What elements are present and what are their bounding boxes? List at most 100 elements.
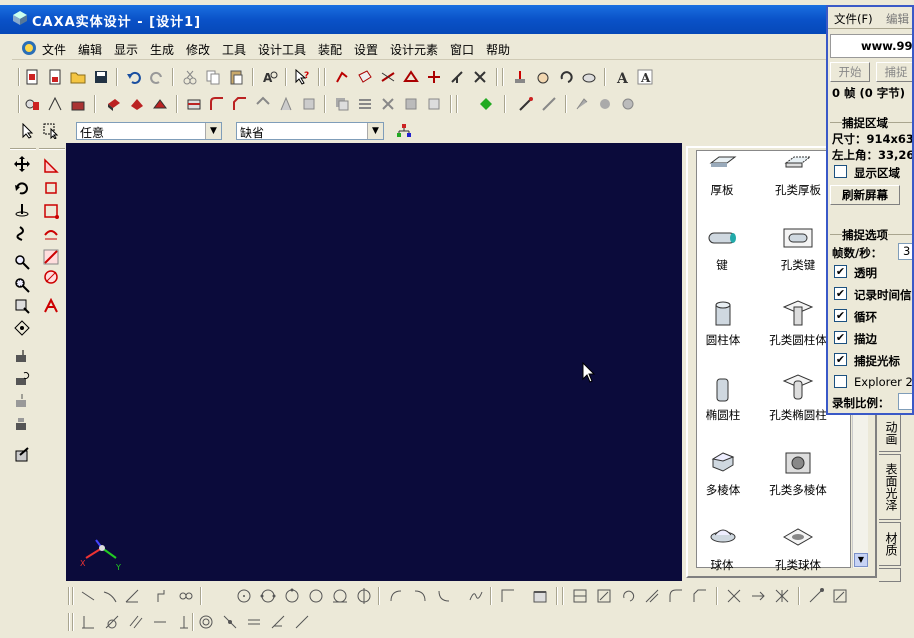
fillet-icon[interactable] [209, 96, 225, 112]
select-box-icon[interactable] [43, 123, 59, 139]
new-icon[interactable] [24, 69, 40, 85]
cylinder-icon[interactable] [711, 301, 735, 329]
shell-icon[interactable] [255, 96, 271, 112]
light-icon[interactable] [512, 69, 528, 85]
catalog-icon[interactable] [24, 96, 40, 112]
project-icon[interactable] [532, 588, 548, 604]
view-fit-icon[interactable] [14, 298, 30, 314]
toolbar-grip[interactable] [456, 95, 458, 113]
zoom-icon[interactable] [14, 254, 30, 270]
hole-elliptic-cylinder-icon[interactable] [782, 373, 814, 403]
toolbar-grip[interactable] [72, 587, 74, 605]
symmetric-icon[interactable] [294, 614, 310, 630]
menu-design-elements[interactable]: 设计元素 [390, 41, 438, 58]
option-checkbox[interactable]: ✔ [834, 287, 847, 300]
menu-window[interactable]: 窗口 [450, 41, 474, 58]
sketch-rect2-icon[interactable] [43, 203, 59, 219]
constraint-icon[interactable] [832, 588, 848, 604]
offset-icon[interactable] [572, 588, 588, 604]
toolbar-grip[interactable] [10, 148, 36, 150]
text-icon[interactable]: A [614, 69, 630, 85]
render-icon[interactable] [14, 447, 30, 463]
toolbar-grip[interactable] [39, 148, 65, 150]
hole-sphere-icon[interactable] [782, 525, 814, 549]
import-icon[interactable] [70, 96, 86, 112]
save-icon[interactable] [93, 69, 109, 85]
menu-edit[interactable]: 编辑 [78, 41, 102, 58]
edge-icon[interactable] [380, 69, 396, 85]
tangent-constraint-icon[interactable] [104, 614, 120, 630]
tab-surface-gloss[interactable]: 表面光泽 [879, 454, 901, 520]
new-design-icon[interactable] [47, 69, 63, 85]
tree-icon[interactable] [396, 123, 412, 139]
probe-icon[interactable] [518, 96, 534, 112]
walk-icon[interactable] [14, 225, 30, 241]
option-checkbox[interactable]: ✔ [834, 331, 847, 344]
start-button[interactable]: 开始 [830, 62, 870, 82]
rotate-icon[interactable] [558, 69, 574, 85]
camera-icon[interactable] [14, 348, 30, 364]
arc-tangent-icon[interactable] [436, 588, 452, 604]
sketch-line-icon[interactable] [43, 158, 59, 174]
hole-prism-icon[interactable] [782, 449, 814, 477]
sketch-icon[interactable] [47, 96, 63, 112]
midpoint-icon[interactable] [270, 614, 286, 630]
sweep-icon[interactable] [152, 96, 168, 112]
boolean-icon[interactable] [334, 96, 350, 112]
pattern-icon[interactable] [301, 96, 317, 112]
menu-assembly[interactable]: 装配 [318, 41, 342, 58]
pointer-red-icon[interactable] [334, 69, 350, 85]
select-arrow-icon[interactable] [20, 123, 36, 139]
undo-icon[interactable] [126, 69, 142, 85]
sketch-arc-icon[interactable] [43, 225, 59, 241]
selection-mode-select[interactable]: 任意 ▼ [76, 122, 222, 140]
hole-key-icon[interactable] [782, 227, 814, 249]
thick-plate-icon[interactable] [707, 153, 739, 171]
option-checkbox[interactable]: ✔ [834, 353, 847, 366]
chamfer-sketch-icon[interactable] [692, 588, 708, 604]
capture-menu-file[interactable]: 文件(F) [834, 11, 873, 27]
wire-icon[interactable] [426, 69, 442, 85]
toolbar-grip[interactable] [18, 68, 20, 86]
elliptic-cylinder-icon[interactable] [711, 375, 735, 405]
tangent-line-icon[interactable] [102, 588, 118, 604]
sphere-icon[interactable] [707, 525, 739, 549]
cross-tool-icon[interactable] [472, 69, 488, 85]
rotate-sketch-icon[interactable] [620, 588, 636, 604]
key-icon[interactable] [707, 227, 739, 249]
menu-generate[interactable]: 生成 [150, 41, 174, 58]
show-region-checkbox[interactable] [834, 165, 847, 178]
split-icon[interactable] [357, 96, 373, 112]
sketch-circle-icon[interactable] [43, 269, 59, 285]
vertical-icon[interactable] [176, 614, 192, 630]
menu-modify[interactable]: 修改 [186, 41, 210, 58]
camera-orbit-icon[interactable] [14, 371, 30, 387]
document-icon[interactable] [21, 40, 37, 56]
style-select[interactable]: 缺省 ▼ [236, 122, 384, 140]
paste-icon[interactable] [228, 69, 244, 85]
move-icon[interactable] [14, 156, 30, 172]
menu-file[interactable]: 文件 [42, 41, 66, 58]
line-icon[interactable] [80, 588, 96, 604]
chevron-down-icon[interactable]: ▼ [205, 123, 221, 139]
toolbar-grip[interactable] [324, 68, 326, 86]
circle-tangent3-icon[interactable] [356, 588, 372, 604]
scale-sketch-icon[interactable] [644, 588, 660, 604]
option-checkbox[interactable]: ✔ [834, 265, 847, 278]
menu-help[interactable]: 帮助 [486, 41, 510, 58]
capture-button[interactable]: 捕捉 [876, 62, 912, 82]
chevron-down-icon[interactable]: ▼ [367, 123, 383, 139]
extrude-icon[interactable] [106, 96, 122, 112]
sketch-diagonal-icon[interactable] [43, 249, 59, 265]
equal-icon[interactable] [246, 614, 262, 630]
circle-tangent-icon[interactable] [308, 588, 324, 604]
circle-center-icon[interactable] [236, 588, 252, 604]
double-circle-icon[interactable] [178, 588, 194, 604]
help-pointer-icon[interactable]: ? [294, 69, 310, 85]
arc-center-icon[interactable] [412, 588, 428, 604]
turn-icon[interactable] [14, 202, 30, 218]
refresh-screen-button[interactable]: 刷新屏幕 [830, 185, 900, 205]
trim-icon[interactable] [380, 96, 396, 112]
find-icon[interactable]: A [262, 69, 278, 85]
tab-more[interactable] [879, 568, 901, 582]
